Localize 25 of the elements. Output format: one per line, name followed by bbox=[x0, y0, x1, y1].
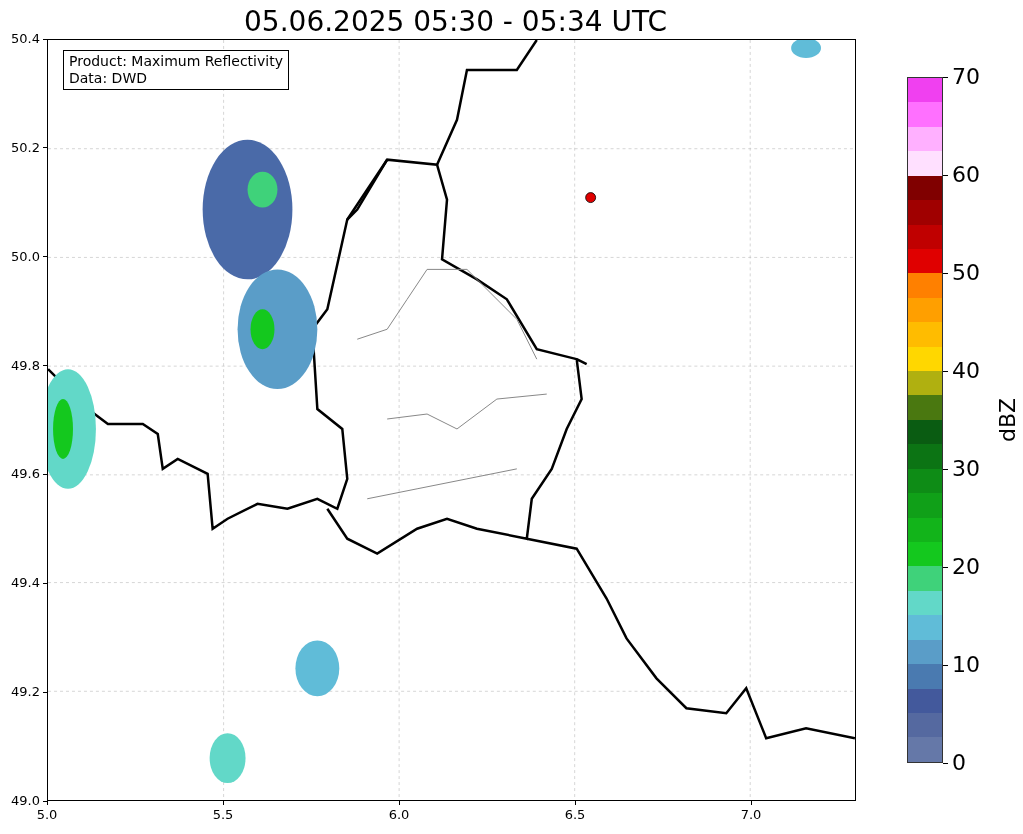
legend-text: Data: DWD bbox=[69, 70, 148, 87]
y-tick-label: 49.0 bbox=[11, 793, 40, 809]
colorbar-tick-label: 20 bbox=[952, 554, 980, 580]
y-tick-label: 50.2 bbox=[11, 139, 40, 156]
chart-title: 05.06.2025 05:30 - 05:34 UTC bbox=[244, 5, 667, 39]
x-tick-label: 5.5 bbox=[212, 807, 234, 823]
colorbar-label: dBZ bbox=[995, 397, 1021, 443]
y-tick-label: 50.0 bbox=[11, 248, 40, 265]
colorbar-tick-label: 70 bbox=[952, 64, 980, 90]
y-tick-label: 49.2 bbox=[11, 684, 40, 701]
x-tick-label: 7.0 bbox=[740, 807, 762, 823]
y-tick-label: 50.4 bbox=[11, 31, 40, 47]
colorbar-tick-label: 0 bbox=[952, 750, 966, 776]
colorbar-tick-label: 10 bbox=[952, 652, 980, 678]
x-tick-label: 6.5 bbox=[564, 807, 586, 823]
colorbar-tick-label: 60 bbox=[952, 162, 980, 188]
x-tick-label: 5.0 bbox=[36, 807, 58, 823]
y-tick-label: 49.6 bbox=[11, 466, 40, 483]
colorbar-tick-label: 40 bbox=[952, 358, 980, 384]
colorbar-tick-label: 30 bbox=[952, 456, 980, 482]
x-tick-label: 6.0 bbox=[388, 807, 410, 823]
colorbar-tick-label: 50 bbox=[952, 260, 980, 286]
y-tick-label: 49.8 bbox=[11, 357, 40, 374]
y-tick-label: 49.4 bbox=[11, 575, 40, 592]
legend-text: Product: Maximum Reflectivity bbox=[69, 53, 283, 70]
